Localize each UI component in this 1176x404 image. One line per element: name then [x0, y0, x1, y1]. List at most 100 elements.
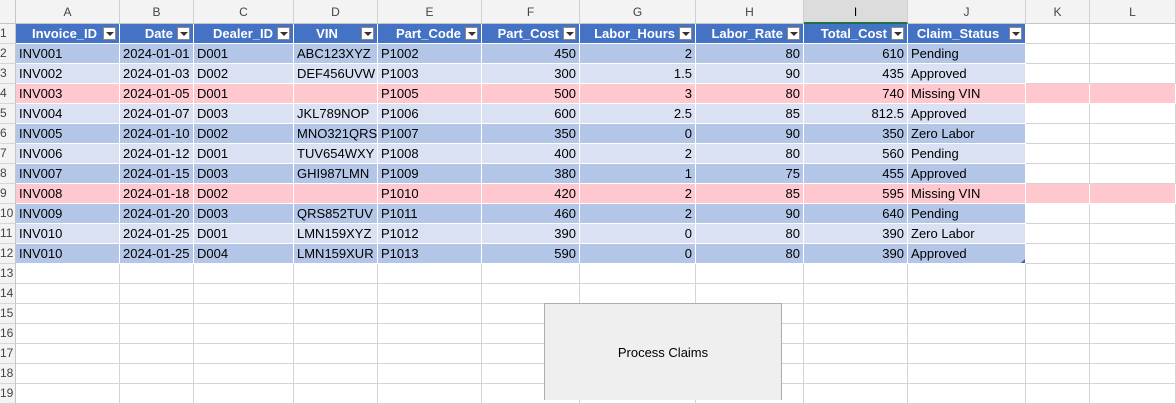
cell-labor-rate[interactable]: 75 [696, 164, 804, 184]
empty-cell[interactable] [1026, 144, 1090, 164]
cell-total-cost[interactable]: 812.5 [804, 104, 908, 124]
cell-vin[interactable]: ABC123XYZ [294, 44, 378, 64]
row-header-19[interactable]: 19 [0, 384, 16, 404]
row-header-6[interactable]: 6 [0, 124, 16, 144]
column-heading-invoice-id[interactable]: Invoice_ID [16, 24, 120, 44]
cell-labor-rate[interactable]: 80 [696, 44, 804, 64]
empty-cell[interactable] [194, 364, 294, 384]
cell-claim-status[interactable]: Zero Labor [908, 124, 1026, 144]
cell-labor-rate[interactable]: 90 [696, 204, 804, 224]
cell-dealer-id[interactable]: D001 [194, 224, 294, 244]
empty-cell[interactable] [378, 264, 482, 284]
cell-labor-rate[interactable]: 85 [696, 104, 804, 124]
cell-part-cost[interactable]: 590 [482, 244, 580, 264]
filter-dropdown-icon[interactable] [563, 27, 576, 40]
filter-dropdown-icon[interactable] [177, 27, 190, 40]
empty-cell[interactable] [294, 364, 378, 384]
empty-cell[interactable] [378, 284, 482, 304]
empty-cell[interactable] [908, 364, 1026, 384]
empty-cell[interactable] [1026, 324, 1090, 344]
cell-dealer-id[interactable]: D003 [194, 104, 294, 124]
cell-invoice-id[interactable]: INV007 [16, 164, 120, 184]
cell-date[interactable]: 2024-01-18 [120, 184, 194, 204]
cell-dealer-id[interactable]: D002 [194, 64, 294, 84]
cell-claim-status[interactable]: Approved [908, 164, 1026, 184]
cell-labor-hours[interactable]: 2 [580, 144, 696, 164]
filter-dropdown-icon[interactable] [891, 27, 904, 40]
cell-dealer-id[interactable]: D003 [194, 164, 294, 184]
cell-total-cost[interactable]: 350 [804, 124, 908, 144]
cell-dealer-id[interactable]: D003 [194, 204, 294, 224]
table-resize-handle[interactable] [1021, 259, 1025, 263]
empty-cell[interactable] [194, 284, 294, 304]
column-heading-date[interactable]: Date [120, 24, 194, 44]
cell-part-cost[interactable]: 380 [482, 164, 580, 184]
empty-cell[interactable] [1090, 84, 1176, 104]
empty-cell[interactable] [696, 264, 804, 284]
column-heading-dealer-id[interactable]: Dealer_ID [194, 24, 294, 44]
empty-cell[interactable] [294, 324, 378, 344]
column-header-d[interactable]: D [294, 0, 378, 24]
row-header-3[interactable]: 3 [0, 64, 16, 84]
cell-part-code[interactable]: P1007 [378, 124, 482, 144]
cell-dealer-id[interactable]: D001 [194, 144, 294, 164]
cell-part-code[interactable]: P1009 [378, 164, 482, 184]
column-heading-part-code[interactable]: Part_Code [378, 24, 482, 44]
cell-claim-status[interactable]: Approved [908, 244, 1026, 264]
cell-invoice-id[interactable]: INV001 [16, 44, 120, 64]
empty-cell[interactable] [16, 344, 120, 364]
empty-cell[interactable] [1026, 184, 1090, 204]
row-header-7[interactable]: 7 [0, 144, 16, 164]
column-header-l[interactable]: L [1090, 0, 1176, 24]
empty-cell[interactable] [1090, 264, 1176, 284]
empty-cell[interactable] [1026, 204, 1090, 224]
cell-labor-hours[interactable]: 0 [580, 124, 696, 144]
empty-cell[interactable] [580, 284, 696, 304]
empty-cell[interactable] [1090, 64, 1176, 84]
cell-labor-hours[interactable]: 3 [580, 84, 696, 104]
empty-cell[interactable] [1026, 304, 1090, 324]
filter-dropdown-icon[interactable] [103, 27, 116, 40]
cell-invoice-id[interactable]: INV006 [16, 144, 120, 164]
empty-cell[interactable] [1090, 384, 1176, 404]
cell-part-cost[interactable]: 450 [482, 44, 580, 64]
cell-labor-rate[interactable]: 80 [696, 144, 804, 164]
empty-cell[interactable] [16, 284, 120, 304]
empty-cell[interactable] [1090, 344, 1176, 364]
empty-cell[interactable] [16, 324, 120, 344]
empty-cell[interactable] [1090, 244, 1176, 264]
column-heading-part-cost[interactable]: Part_Cost [482, 24, 580, 44]
empty-cell[interactable] [482, 284, 580, 304]
empty-cell[interactable] [378, 304, 482, 324]
empty-cell[interactable] [294, 384, 378, 404]
cell-claim-status[interactable]: Zero Labor [908, 224, 1026, 244]
empty-cell[interactable] [294, 304, 378, 324]
cell-total-cost[interactable]: 435 [804, 64, 908, 84]
empty-cell[interactable] [1026, 224, 1090, 244]
column-heading-claim-status[interactable]: Claim_Status [908, 24, 1026, 44]
cell-labor-hours[interactable]: 2 [580, 44, 696, 64]
cell-invoice-id[interactable]: INV009 [16, 204, 120, 224]
cell-part-code[interactable]: P1011 [378, 204, 482, 224]
column-header-a[interactable]: A [16, 0, 120, 24]
empty-cell[interactable] [1026, 244, 1090, 264]
cell-labor-hours[interactable]: 2 [580, 184, 696, 204]
empty-cell[interactable] [120, 304, 194, 324]
cell-date[interactable]: 2024-01-12 [120, 144, 194, 164]
empty-cell[interactable] [1090, 124, 1176, 144]
row-header-12[interactable]: 12 [0, 244, 16, 264]
cell-part-code[interactable]: P1003 [378, 64, 482, 84]
row-header-1[interactable]: 1 [0, 24, 16, 44]
row-header-16[interactable]: 16 [0, 324, 16, 344]
cell-invoice-id[interactable]: INV004 [16, 104, 120, 124]
cell-labor-hours[interactable]: 0 [580, 244, 696, 264]
empty-cell[interactable] [120, 324, 194, 344]
column-header-f[interactable]: F [482, 0, 580, 24]
cell-total-cost[interactable]: 390 [804, 244, 908, 264]
cell-date[interactable]: 2024-01-01 [120, 44, 194, 64]
cell-dealer-id[interactable]: D001 [194, 84, 294, 104]
cell-part-cost[interactable]: 420 [482, 184, 580, 204]
cell-labor-hours[interactable]: 0 [580, 224, 696, 244]
cell-vin[interactable] [294, 84, 378, 104]
empty-cell[interactable] [378, 344, 482, 364]
